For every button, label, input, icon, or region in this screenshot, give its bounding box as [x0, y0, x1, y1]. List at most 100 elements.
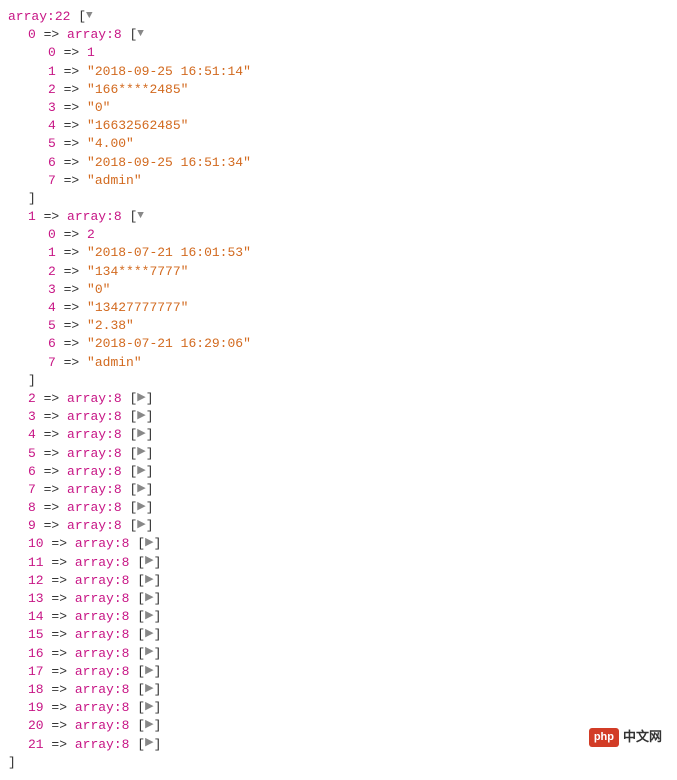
array-row-collapsed: 6 => array:8 [▶] [8, 463, 669, 481]
expand-toggle-icon[interactable]: ▶ [145, 627, 153, 642]
collapse-toggle-icon[interactable]: ▼ [137, 209, 144, 224]
array-row-collapsed: 10 => array:8 [▶] [8, 535, 669, 553]
count-label: :8 [106, 27, 122, 42]
arrow-icon: => [51, 536, 67, 551]
expand-toggle-icon[interactable]: ▶ [145, 700, 153, 715]
value-string: "2018-09-25 16:51:34" [87, 155, 251, 170]
array-row-collapsed: 9 => array:8 [▶] [8, 517, 669, 535]
collapse-toggle-icon[interactable]: ▼ [86, 9, 93, 24]
close-bracket: ] [146, 409, 154, 424]
count-label: :22 [47, 9, 70, 24]
count-label: :8 [106, 446, 122, 461]
array-item: 5 => "2.38" [8, 317, 669, 335]
array-key: 18 [28, 682, 44, 697]
value-number: 1 [87, 45, 95, 60]
array-key: 4 [48, 300, 56, 315]
array-row-collapsed: 21 => array:8 [▶] [8, 736, 669, 754]
expand-toggle-icon[interactable]: ▶ [145, 682, 153, 697]
type-label: array [75, 737, 114, 752]
expand-toggle-icon[interactable]: ▶ [145, 718, 153, 733]
open-bracket: [ [129, 518, 137, 533]
close-bracket: ] [154, 573, 162, 588]
type-label: array [75, 646, 114, 661]
arrow-icon: => [44, 518, 60, 533]
array-row-collapsed: 14 => array:8 [▶] [8, 608, 669, 626]
open-bracket: [ [129, 482, 137, 497]
array-key: 5 [48, 136, 56, 151]
type-label: array [75, 555, 114, 570]
arrow-icon: => [44, 391, 60, 406]
value-string: "166****2485" [87, 82, 188, 97]
array-item: 0 => 1 [8, 44, 669, 62]
value-string: "134****7777" [87, 264, 188, 279]
arrow-icon: => [51, 609, 67, 624]
array-row-expanded: 0 => array:8 [▼ [8, 26, 669, 44]
array-key: 19 [28, 700, 44, 715]
close-bracket: ] [154, 591, 162, 606]
close-bracket: ] [146, 500, 154, 515]
count-label: :8 [106, 464, 122, 479]
open-bracket: [ [129, 446, 137, 461]
count-label: :8 [114, 555, 130, 570]
arrow-icon: => [64, 136, 80, 151]
arrow-icon: => [64, 264, 80, 279]
type-label: array [75, 627, 114, 642]
type-label: array [67, 446, 106, 461]
value-string: "admin" [87, 173, 142, 188]
expand-toggle-icon[interactable]: ▶ [145, 536, 153, 551]
expand-toggle-icon[interactable]: ▶ [137, 427, 145, 442]
close-bracket-row: ] [8, 754, 669, 772]
array-item: 7 => "admin" [8, 354, 669, 372]
expand-toggle-icon[interactable]: ▶ [137, 464, 145, 479]
arrow-icon: => [64, 282, 80, 297]
array-item: 3 => "0" [8, 99, 669, 117]
expand-toggle-icon[interactable]: ▶ [137, 391, 145, 406]
arrow-icon: => [44, 209, 60, 224]
expand-toggle-icon[interactable]: ▶ [137, 482, 145, 497]
count-label: :8 [114, 536, 130, 551]
count-label: :8 [106, 482, 122, 497]
array-key: 7 [28, 482, 36, 497]
array-key: 4 [28, 427, 36, 442]
open-bracket: [ [129, 427, 137, 442]
expand-toggle-icon[interactable]: ▶ [145, 609, 153, 624]
expand-toggle-icon[interactable]: ▶ [137, 518, 145, 533]
count-label: :8 [106, 427, 122, 442]
array-row-collapsed: 3 => array:8 [▶] [8, 408, 669, 426]
expand-toggle-icon[interactable]: ▶ [145, 554, 153, 569]
expand-toggle-icon[interactable]: ▶ [145, 573, 153, 588]
arrow-icon: => [51, 700, 67, 715]
open-bracket: [ [129, 209, 137, 224]
array-item: 1 => "2018-07-21 16:01:53" [8, 244, 669, 262]
value-string: "0" [87, 100, 110, 115]
expand-toggle-icon[interactable]: ▶ [145, 664, 153, 679]
expand-toggle-icon[interactable]: ▶ [137, 409, 145, 424]
array-row-collapsed: 17 => array:8 [▶] [8, 663, 669, 681]
array-root: array:22 [▼ [8, 8, 669, 26]
arrow-icon: => [51, 682, 67, 697]
expand-toggle-icon[interactable]: ▶ [137, 445, 145, 460]
expand-toggle-icon[interactable]: ▶ [145, 736, 153, 751]
array-item: 4 => "13427777777" [8, 299, 669, 317]
arrow-icon: => [51, 646, 67, 661]
type-label: array [75, 700, 114, 715]
open-bracket: [ [137, 718, 145, 733]
arrow-icon: => [64, 155, 80, 170]
open-bracket: [ [137, 536, 145, 551]
arrow-icon: => [51, 718, 67, 733]
close-bracket: ] [154, 664, 162, 679]
value-string: "2018-09-25 16:51:14" [87, 64, 251, 79]
open-bracket: [ [129, 409, 137, 424]
open-bracket: [ [137, 682, 145, 697]
collapse-toggle-icon[interactable]: ▼ [137, 27, 144, 42]
value-string: "4.00" [87, 136, 134, 151]
expand-toggle-icon[interactable]: ▶ [137, 500, 145, 515]
array-key: 16 [28, 646, 44, 661]
close-bracket: ] [154, 555, 162, 570]
expand-toggle-icon[interactable]: ▶ [145, 591, 153, 606]
expand-toggle-icon[interactable]: ▶ [145, 645, 153, 660]
array-key: 14 [28, 609, 44, 624]
arrow-icon: => [44, 446, 60, 461]
array-key: 6 [48, 336, 56, 351]
count-label: :8 [106, 209, 122, 224]
